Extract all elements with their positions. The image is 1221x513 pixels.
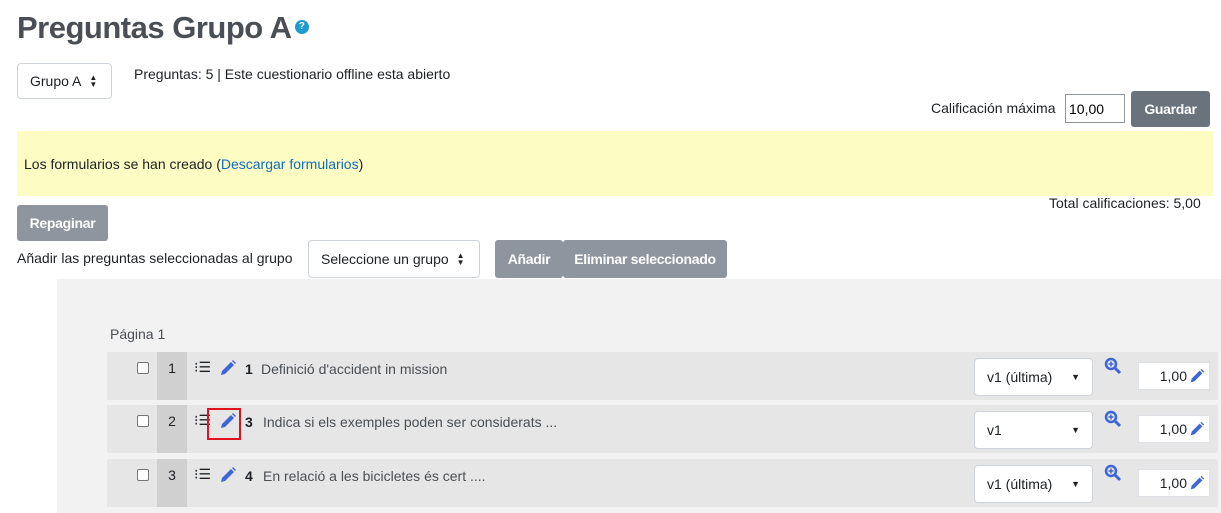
highlight-box (207, 408, 241, 440)
max-grade-label: Calificación máxima (931, 100, 1056, 116)
save-button[interactable]: Guardar (1131, 91, 1210, 127)
max-mark-value: 1,00 (1159, 421, 1187, 437)
max-mark-value: 1,00 (1159, 368, 1187, 384)
remove-selected-button[interactable]: Eliminar seleccionado (563, 240, 727, 278)
zoom-icon[interactable] (1104, 464, 1122, 482)
add-button[interactable]: Añadir (495, 240, 563, 278)
version-select[interactable]: v1 (última) ▼ (974, 358, 1093, 396)
alert-text-after: ) (358, 155, 364, 172)
list-icon[interactable]: ⁝☰ (194, 359, 211, 376)
question-circle-icon[interactable]: ? (294, 19, 309, 34)
download-forms-link[interactable]: Descargar formularios (221, 156, 359, 172)
page-title: Preguntas Grupo A? (17, 10, 309, 46)
question-checkbox[interactable] (137, 415, 149, 427)
group-target-select[interactable]: Seleccione un grupo ▲ ▼ (308, 240, 480, 278)
group-select-value: Grupo A (30, 73, 82, 89)
question-checkbox[interactable] (137, 469, 149, 481)
version-select-value: v1 (última) (987, 476, 1053, 492)
repaginate-button[interactable]: Repaginar (17, 205, 108, 241)
group-target-select-value: Seleccione un grupo (321, 251, 449, 267)
max-mark: 1,00 (1138, 469, 1210, 497)
quiz-info-text: Preguntas: 5 | Este cuestionario offline… (134, 66, 451, 82)
question-row: 1 ⁝☰ 1 Definició d'accident in mission v… (107, 352, 1218, 400)
zoom-icon[interactable] (1104, 410, 1122, 428)
alert-text-before: Los formularios se han creado ( (24, 155, 221, 172)
chevron-down-icon: ▼ (1071, 424, 1080, 435)
max-mark: 1,00 (1138, 362, 1210, 390)
slot-number: 3 (157, 459, 187, 507)
list-icon[interactable]: ⁝☰ (194, 466, 211, 483)
sort-caret-icon: ▲ ▼ (89, 73, 98, 89)
version-select-value: v1 (última) (987, 369, 1053, 385)
question-checkbox[interactable] (137, 362, 149, 374)
version-select[interactable]: v1 ▼ (974, 411, 1093, 449)
max-mark-value: 1,00 (1159, 475, 1187, 491)
slot-number: 2 (157, 405, 187, 453)
group-select[interactable]: Grupo A ▲ ▼ (17, 63, 112, 99)
forms-created-alert: Los formularios se han creado (Descargar… (17, 131, 1213, 196)
question-row: 3 ⁝☰ 4 En relació a les bicicletes és ce… (107, 459, 1218, 507)
max-grade-input[interactable] (1065, 94, 1125, 123)
pencil-icon[interactable] (1189, 368, 1205, 384)
pencil-icon[interactable] (1189, 421, 1205, 437)
question-number: 4 (245, 468, 253, 484)
sort-caret-icon: ▲ ▼ (456, 251, 465, 267)
question-number: 1 (245, 361, 253, 377)
add-to-group-label: Añadir las preguntas seleccionadas al gr… (17, 250, 293, 266)
pencil-icon[interactable] (219, 359, 237, 377)
zoom-icon[interactable] (1104, 357, 1122, 375)
version-select-value: v1 (987, 422, 1002, 438)
question-name[interactable]: En relació a les bicicletes és cert .... (263, 468, 486, 484)
question-number: 3 (245, 414, 253, 430)
question-name[interactable]: Definició d'accident in mission (261, 361, 447, 377)
max-mark: 1,00 (1138, 415, 1210, 443)
version-select[interactable]: v1 (última) ▼ (974, 465, 1093, 503)
pencil-icon[interactable] (219, 466, 237, 484)
slot-number: 1 (157, 352, 187, 400)
chevron-down-icon: ▼ (1071, 478, 1080, 489)
question-name[interactable]: Indica si els exemples poden ser conside… (263, 414, 557, 430)
page-title-text: Preguntas Grupo A (17, 10, 292, 45)
question-row: 2 ⁝☰ 3 Indica si els exemples poden ser … (107, 405, 1218, 453)
chevron-down-icon: ▼ (1071, 371, 1080, 382)
total-grades-label: Total calificaciones: 5,00 (1049, 195, 1201, 211)
pencil-icon[interactable] (1189, 475, 1205, 491)
page-heading: Página 1 (110, 326, 166, 342)
